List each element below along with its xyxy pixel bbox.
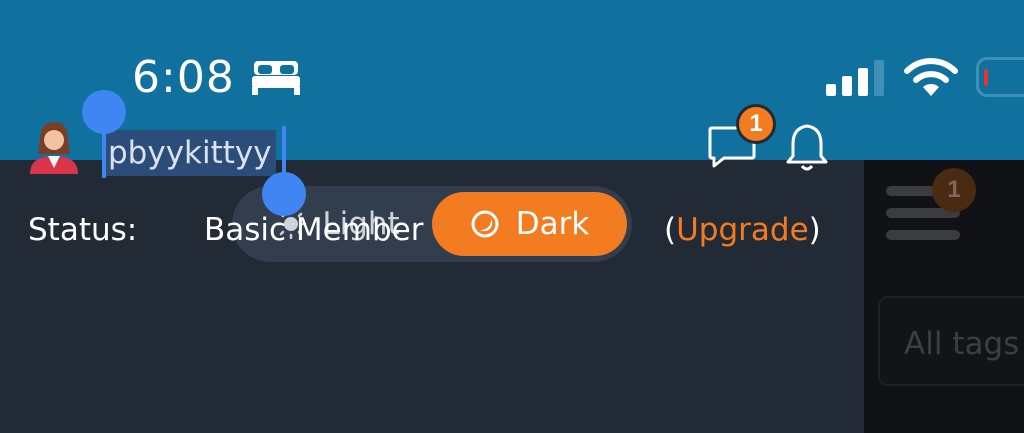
chat-unread-badge: 1 [736,104,776,144]
close-paren: ) [808,212,821,248]
menu-notification-badge: 1 [932,168,976,212]
user-avatar-icon [30,122,78,174]
dark-theme-label: Dark [515,206,590,242]
moon-icon [471,210,499,238]
side-menu-panel: Light Dark [0,160,864,433]
battery-level [984,69,988,86]
bed-icon [252,61,300,95]
cellular-signal-icon [826,60,884,96]
status-label: Status: [28,212,138,248]
upgrade-link[interactable]: Upgrade [676,212,809,248]
open-paren: ( [664,212,677,248]
clock: 6:08 [132,52,235,103]
tags-filter: All tags [878,296,1024,386]
membership-status: Basic Member [204,212,424,248]
selection-end-handle[interactable] [262,172,306,216]
wifi-icon [904,58,958,96]
username[interactable]: pbyykittyy [108,135,272,171]
upgrade-wrapper: (Upgrade) [664,212,821,248]
bell-icon[interactable] [784,122,830,174]
dark-theme-button[interactable]: Dark [432,192,627,256]
tags-placeholder: All tags [904,326,1020,362]
battery-low-icon [976,57,1024,97]
username-selection[interactable]: pbyykittyy [104,130,276,176]
selection-start-handle[interactable] [82,90,126,134]
